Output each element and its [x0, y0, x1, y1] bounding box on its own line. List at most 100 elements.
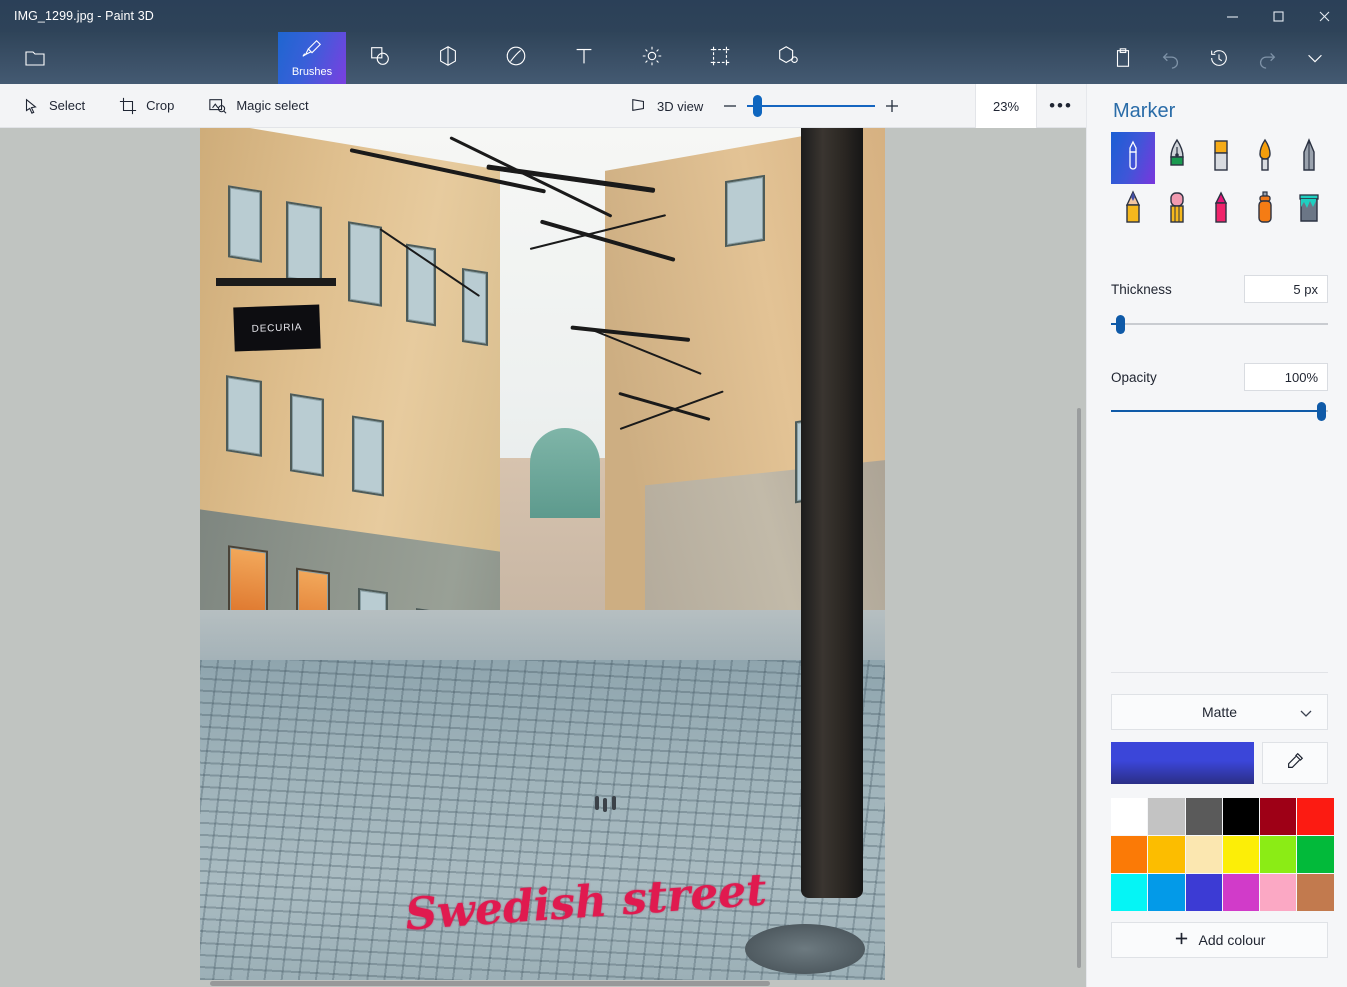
brush-calligraphy-pen[interactable]: [1155, 132, 1199, 184]
magic-select-button[interactable]: Magic select: [196, 89, 320, 123]
opacity-knob[interactable]: [1317, 402, 1326, 421]
panel-title: Marker: [1113, 100, 1176, 122]
calligraphy-pen-icon: [1165, 138, 1189, 179]
zoom-level[interactable]: 23%: [975, 84, 1037, 128]
thickness-slider[interactable]: [1111, 315, 1328, 334]
h-scroll-thumb[interactable]: [210, 981, 770, 986]
panel-divider: [1111, 672, 1328, 673]
crop-label: Crop: [146, 98, 175, 113]
colour-swatch[interactable]: [1111, 836, 1148, 873]
cursor-icon: [22, 97, 40, 115]
colour-swatch[interactable]: [1260, 836, 1297, 873]
eraser-icon: [1167, 190, 1187, 231]
zoom-slider[interactable]: [747, 89, 876, 123]
colour-swatch[interactable]: [1111, 874, 1148, 911]
colour-swatch[interactable]: [1222, 874, 1260, 911]
canvas-horizontal-scrollbar[interactable]: [200, 980, 885, 987]
colour-swatch[interactable]: [1111, 798, 1148, 835]
brush-fill[interactable]: [1287, 184, 1331, 236]
pedestrians: [595, 796, 623, 814]
church-dome: [530, 428, 600, 518]
current-colour-swatch[interactable]: [1111, 742, 1254, 784]
brush-watercolour[interactable]: [1243, 132, 1287, 184]
thickness-value[interactable]: 5 px: [1244, 275, 1328, 303]
select-button[interactable]: Select: [10, 89, 97, 123]
tool-stickers[interactable]: [482, 32, 550, 84]
menu-icon[interactable]: [12, 35, 58, 81]
shapes-2d-icon: [368, 44, 392, 73]
brush-pencil[interactable]: [1111, 184, 1155, 236]
brush-oil[interactable]: [1199, 132, 1243, 184]
chevron-down-icon[interactable]: [1291, 35, 1339, 81]
colour-swatch[interactable]: [1260, 874, 1297, 911]
minimize-button[interactable]: [1209, 0, 1255, 32]
zoom-out-button[interactable]: [713, 89, 747, 123]
brush-eraser[interactable]: [1155, 184, 1199, 236]
tool-2d-shapes[interactable]: [346, 32, 414, 84]
view-3d-button[interactable]: 3D view: [620, 97, 713, 116]
canvas-vertical-scrollbar[interactable]: [1076, 408, 1082, 968]
maximize-button[interactable]: [1255, 0, 1301, 32]
brush-crayon[interactable]: [1199, 184, 1243, 236]
select-label: Select: [49, 98, 86, 113]
watercolour-icon: [1254, 138, 1276, 179]
colour-swatch[interactable]: [1185, 836, 1222, 873]
colour-swatch[interactable]: [1222, 798, 1260, 835]
brush-pixel-pen[interactable]: [1287, 132, 1331, 184]
tool-3d-library[interactable]: [754, 32, 822, 84]
tool-brushes[interactable]: Brushes: [278, 32, 346, 84]
colour-swatch[interactable]: [1185, 874, 1222, 911]
colour-swatch[interactable]: [1185, 798, 1222, 835]
tool-text[interactable]: [550, 32, 618, 84]
opacity-slider[interactable]: [1111, 402, 1328, 421]
close-button[interactable]: [1301, 0, 1347, 32]
zoom-slider-thumb[interactable]: [753, 95, 763, 117]
tool-3d-shapes[interactable]: [414, 32, 482, 84]
shop-sign: DECURIA: [233, 304, 321, 352]
eyedropper-button[interactable]: [1262, 742, 1328, 784]
clipboard-icon[interactable]: [1099, 35, 1147, 81]
history-icon[interactable]: [1195, 35, 1243, 81]
brush-icon: [301, 38, 323, 65]
window: [286, 201, 322, 285]
brush-spray-can[interactable]: [1243, 184, 1287, 236]
opacity-fill: [1111, 410, 1324, 412]
redo-icon[interactable]: [1243, 35, 1291, 81]
thickness-knob[interactable]: [1116, 315, 1125, 334]
tool-effects[interactable]: [618, 32, 686, 84]
more-options-button[interactable]: •••: [1038, 84, 1084, 128]
colour-swatch[interactable]: [1148, 836, 1185, 873]
tool-canvas[interactable]: [686, 32, 754, 84]
window: [348, 221, 382, 307]
material-selected-label: Matte: [1201, 704, 1237, 720]
material-dropdown[interactable]: Matte: [1111, 694, 1328, 730]
sticker-icon: [504, 44, 528, 73]
canvas-icon: [708, 44, 732, 73]
colour-swatch[interactable]: [1148, 874, 1185, 911]
undo-icon[interactable]: [1147, 35, 1195, 81]
colour-swatch[interactable]: [1297, 874, 1334, 911]
pixel-pen-icon: [1299, 137, 1319, 179]
brush-marker[interactable]: [1111, 132, 1155, 184]
sign-bracket: [216, 278, 336, 286]
eyedropper-icon: [1285, 751, 1305, 776]
colour-swatch[interactable]: [1297, 798, 1334, 835]
opacity-value[interactable]: 100%: [1244, 363, 1328, 391]
image-canvas[interactable]: DECURIA Swedish street: [200, 128, 885, 980]
add-colour-button[interactable]: Add colour: [1111, 922, 1328, 958]
window-controls: [1209, 0, 1347, 32]
crop-icon: [119, 97, 137, 115]
zoom-in-button[interactable]: [875, 89, 909, 123]
effects-icon: [640, 44, 664, 73]
colour-swatch[interactable]: [1297, 836, 1334, 873]
colour-swatch[interactable]: [1260, 798, 1297, 835]
window: [228, 185, 262, 263]
crop-button[interactable]: Crop: [107, 89, 186, 123]
colour-swatch[interactable]: [1148, 798, 1185, 835]
colour-swatch[interactable]: [1222, 836, 1260, 873]
v-scroll-thumb[interactable]: [1077, 408, 1081, 968]
crayon-icon: [1210, 190, 1232, 231]
library-3d-icon: [776, 44, 800, 73]
tool-brushes-label: Brushes: [291, 66, 333, 78]
main-toolbar: Brushes: [0, 32, 1347, 84]
